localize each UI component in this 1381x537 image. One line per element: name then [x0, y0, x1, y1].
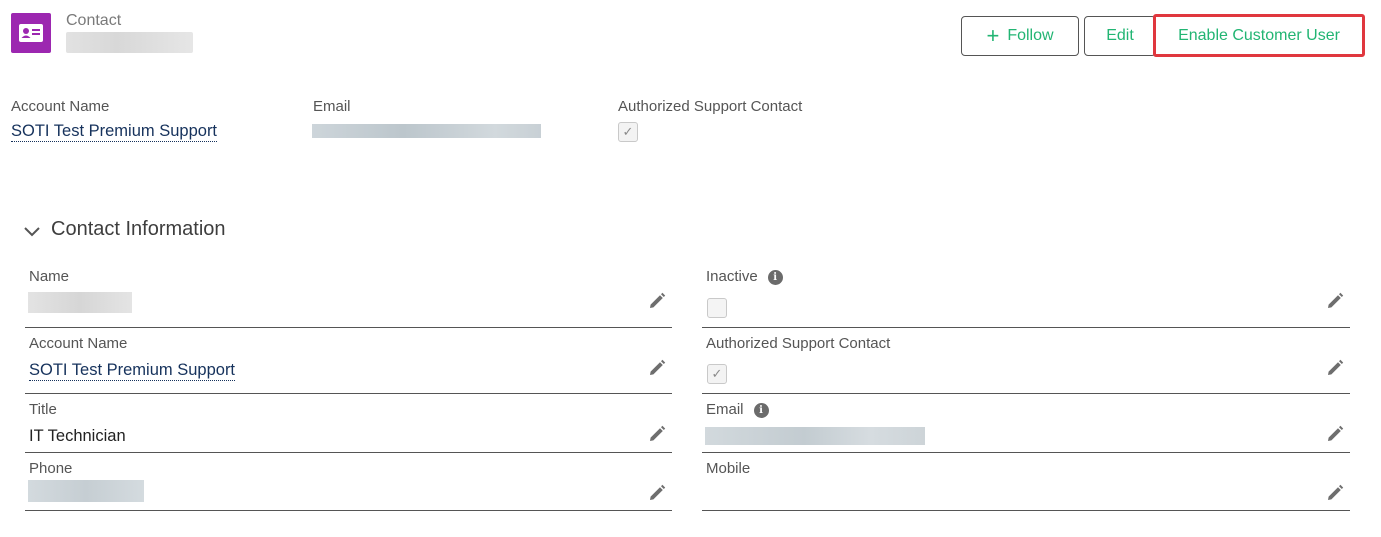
pencil-icon[interactable] [648, 484, 666, 502]
summary-email-redacted [312, 124, 541, 138]
title-value: IT Technician [29, 427, 126, 445]
field-inactive: Inactive i [702, 262, 1350, 328]
summary-authorized-checkbox: ✓ [618, 122, 638, 142]
info-icon[interactable]: i [753, 403, 769, 418]
field-phone: Phone [25, 453, 672, 511]
name-value-redacted [28, 292, 132, 313]
field-name-label: Name [29, 268, 70, 285]
field-inactive-label: Inactive i [706, 268, 783, 285]
field-authorized-label: Authorized Support Contact [706, 335, 891, 352]
field-phone-label: Phone [29, 460, 73, 477]
field-authorized-support-contact: Authorized Support Contact ✓ [702, 328, 1350, 394]
pencil-icon[interactable] [1326, 425, 1344, 443]
field-title: Title IT Technician [25, 394, 672, 453]
contact-card-icon [11, 13, 51, 53]
summary-account-name-label: Account Name [11, 98, 110, 115]
pencil-icon[interactable] [1326, 359, 1344, 377]
pencil-icon[interactable] [648, 425, 666, 443]
enable-customer-user-button[interactable]: Enable Customer User [1153, 14, 1365, 57]
checkmark-icon: ✓ [622, 124, 634, 139]
pencil-icon[interactable] [648, 292, 666, 310]
follow-label: Follow [1007, 27, 1054, 44]
field-title-label: Title [29, 401, 57, 418]
section-title: Contact Information [51, 218, 226, 240]
email-label-text: Email [706, 401, 744, 418]
field-email: Email i [702, 394, 1350, 453]
follow-button[interactable]: + Follow [961, 16, 1079, 56]
summary-email-label: Email [313, 98, 351, 115]
email-value-redacted [705, 427, 925, 445]
inactive-checkbox[interactable] [707, 298, 727, 318]
record-name-redacted [66, 32, 193, 53]
checkmark-icon: ✓ [711, 366, 723, 381]
edit-button[interactable]: Edit [1084, 16, 1156, 56]
pencil-icon[interactable] [1326, 292, 1344, 310]
field-mobile-label: Mobile [706, 460, 751, 477]
field-account-name-label: Account Name [29, 335, 128, 352]
field-account-name: Account Name SOTI Test Premium Support [25, 328, 672, 394]
plus-icon: + [986, 23, 1000, 48]
field-name: Name [25, 262, 672, 328]
info-icon[interactable]: i [767, 270, 783, 285]
pencil-icon[interactable] [1326, 484, 1344, 502]
account-name-link[interactable]: SOTI Test Premium Support [29, 361, 236, 381]
phone-value-redacted [28, 480, 144, 502]
chevron-down-icon[interactable] [22, 222, 42, 242]
inactive-label-text: Inactive [706, 268, 758, 285]
record-type-label: Contact [66, 12, 122, 29]
pencil-icon[interactable] [648, 359, 666, 377]
authorized-checkbox[interactable]: ✓ [707, 364, 727, 384]
summary-authorized-label: Authorized Support Contact [618, 98, 803, 115]
field-email-label: Email i [706, 401, 769, 418]
summary-account-name-link[interactable]: SOTI Test Premium Support [11, 122, 218, 142]
field-mobile: Mobile [702, 453, 1350, 511]
